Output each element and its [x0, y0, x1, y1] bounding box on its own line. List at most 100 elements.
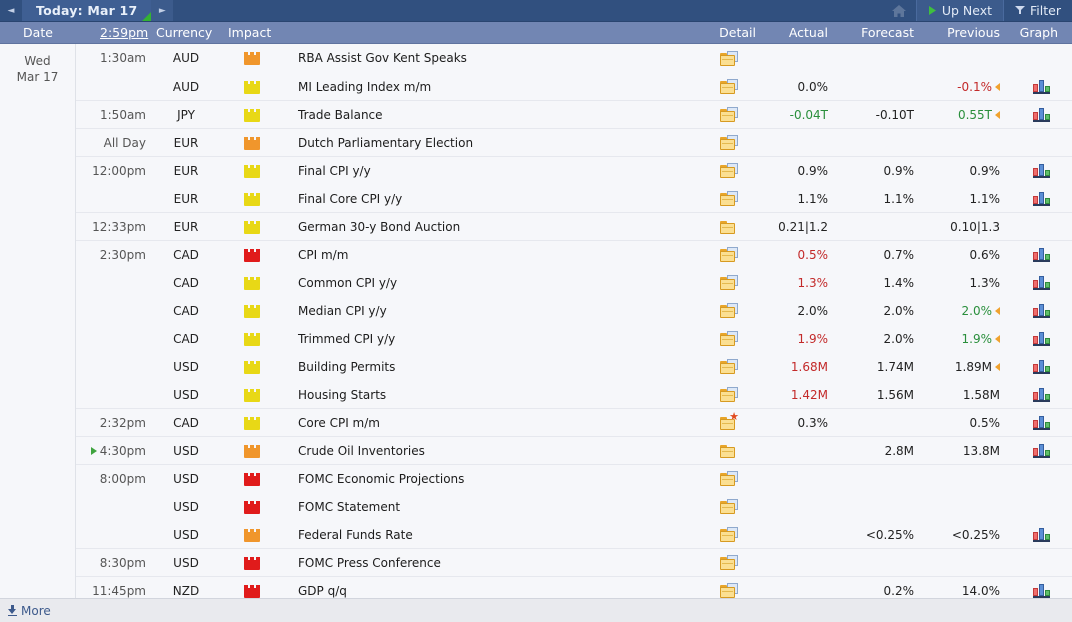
table-row[interactable]: 1:30am AUD RBA Assist Gov Kent Speaks	[0, 44, 1072, 72]
up-next-button[interactable]: Up Next	[915, 0, 1004, 21]
column-header-currency: Currency	[156, 25, 213, 40]
row-graph	[1010, 331, 1072, 346]
row-event-title[interactable]: Final CPI y/y	[284, 164, 694, 178]
row-event-title[interactable]: Dutch Parliamentary Election	[284, 136, 694, 150]
table-row[interactable]: 2:32pm CAD Core CPI m/m ★ 0.3% 0.5%	[0, 408, 1072, 437]
row-event-title[interactable]: GDP q/q	[284, 584, 694, 598]
row-event-title[interactable]: FOMC Statement	[284, 500, 694, 514]
table-row[interactable]: CAD Median CPI y/y 2.0% 2.0% 2.0%	[0, 296, 1072, 325]
graph-icon[interactable]	[1032, 191, 1050, 206]
folder-stack-icon[interactable]	[720, 583, 738, 598]
column-header-time[interactable]: 2:59pm	[76, 25, 152, 40]
graph-icon[interactable]	[1032, 331, 1050, 346]
table-row[interactable]: USD Federal Funds Rate <0.25% <0.25%	[0, 520, 1072, 549]
column-header-impact: Impact	[228, 25, 272, 40]
table-row[interactable]: USD Housing Starts 1.42M 1.56M 1.58M	[0, 380, 1072, 409]
folder-stack-icon[interactable]	[720, 359, 738, 374]
row-event-title[interactable]: MI Leading Index m/m	[284, 80, 694, 94]
row-event-title[interactable]: FOMC Economic Projections	[284, 472, 694, 486]
row-event-title[interactable]: RBA Assist Gov Kent Speaks	[284, 51, 694, 65]
folder-stack-icon[interactable]	[720, 499, 738, 514]
calendar-table: Wed Mar 17 1:30am AUD RBA Assist Gov Kent …	[0, 44, 1072, 598]
row-event-title[interactable]: Crude Oil Inventories	[284, 444, 694, 458]
row-previous: 1.1%	[969, 191, 1001, 206]
column-header-forecast: Forecast	[861, 25, 914, 40]
more-button[interactable]: More	[0, 604, 51, 618]
folder-stack-icon[interactable]	[720, 50, 738, 66]
folder-stack-icon[interactable]	[720, 331, 738, 346]
previous-day-button[interactable]: ◄	[0, 0, 22, 21]
graph-icon[interactable]	[1032, 415, 1050, 430]
impact-yellow-icon	[244, 220, 260, 234]
table-row[interactable]: USD Building Permits 1.68M 1.74M 1.89M	[0, 352, 1072, 381]
table-row[interactable]: 8:30pm USD FOMC Press Conference	[0, 548, 1072, 577]
folder-stack-icon[interactable]	[720, 527, 738, 542]
folder-stack-icon[interactable]	[720, 275, 738, 290]
row-event-title[interactable]: Final Core CPI y/y	[284, 192, 694, 206]
row-event-title[interactable]: Building Permits	[284, 360, 694, 374]
folder-stack-icon[interactable]	[720, 247, 738, 262]
row-event-title[interactable]: Common CPI y/y	[284, 276, 694, 290]
graph-icon[interactable]	[1032, 583, 1050, 598]
folder-stack-icon[interactable]	[720, 79, 738, 94]
graph-icon[interactable]	[1032, 527, 1050, 542]
folder-stack-icon[interactable]	[720, 471, 738, 486]
graph-icon[interactable]	[1032, 107, 1050, 122]
today-tab[interactable]: Today: Mar 17	[22, 0, 152, 21]
table-row[interactable]: CAD Trimmed CPI y/y 1.9% 2.0% 1.9%	[0, 324, 1072, 353]
row-event-title[interactable]: FOMC Press Conference	[284, 556, 694, 570]
row-event-title[interactable]: CPI m/m	[284, 248, 694, 262]
download-icon	[8, 605, 17, 616]
folder-stack-icon[interactable]	[720, 107, 738, 122]
table-row[interactable]: 12:00pm EUR Final CPI y/y 0.9% 0.9% 0.9%	[0, 156, 1072, 185]
filter-button[interactable]: Filter	[1003, 0, 1072, 21]
graph-icon[interactable]	[1032, 359, 1050, 374]
graph-icon[interactable]	[1032, 275, 1050, 290]
graph-icon[interactable]	[1032, 387, 1050, 402]
folder-stack-icon[interactable]	[720, 387, 738, 402]
folder-star-icon[interactable]: ★	[720, 411, 739, 430]
row-event-title[interactable]: Federal Funds Rate	[284, 528, 694, 542]
next-day-button[interactable]: ►	[151, 0, 174, 21]
row-impact	[220, 51, 284, 65]
table-row[interactable]: USD FOMC Statement	[0, 492, 1072, 521]
folder-icon[interactable]	[720, 443, 738, 458]
graph-icon[interactable]	[1032, 247, 1050, 262]
table-row[interactable]: 8:00pm USD FOMC Economic Projections	[0, 464, 1072, 493]
row-event-title[interactable]: Median CPI y/y	[284, 304, 694, 318]
table-row[interactable]: 1:50am JPY Trade Balance -0.04T -0.10T 0.55T	[0, 100, 1072, 129]
folder-stack-icon[interactable]	[720, 555, 738, 570]
row-event-title[interactable]: German 30-y Bond Auction	[284, 220, 694, 234]
table-row[interactable]: 11:45pm NZD GDP q/q 0.2% 14.0%	[0, 576, 1072, 598]
graph-icon[interactable]	[1032, 163, 1050, 178]
row-event-title[interactable]: Housing Starts	[284, 388, 694, 402]
row-impact	[220, 584, 284, 598]
row-currency: USD	[173, 359, 199, 374]
column-header-row: Date 2:59pm Currency Impact Detail Actua…	[0, 22, 1072, 44]
filter-label: Filter	[1030, 3, 1061, 18]
column-header-detail: Detail	[719, 25, 756, 40]
row-detail	[694, 191, 764, 206]
folder-stack-icon[interactable]	[720, 163, 738, 178]
table-row[interactable]: 12:33pm EUR German 30-y Bond Auction 0.21|1…	[0, 212, 1072, 241]
graph-icon[interactable]	[1032, 303, 1050, 318]
folder-stack-icon[interactable]	[720, 303, 738, 318]
table-row[interactable]: 2:30pm CAD CPI m/m 0.5% 0.7% 0.6%	[0, 240, 1072, 269]
row-time: 1:30am	[76, 51, 152, 65]
folder-stack-icon[interactable]	[720, 135, 738, 150]
folder-icon[interactable]	[720, 219, 738, 234]
row-event-title[interactable]: Trade Balance	[284, 108, 694, 122]
graph-icon[interactable]	[1032, 443, 1050, 458]
table-row[interactable]: EUR Final Core CPI y/y 1.1% 1.1% 1.1%	[0, 184, 1072, 213]
row-time: 4:30pm	[76, 444, 152, 458]
row-event-title[interactable]: Trimmed CPI y/y	[284, 332, 694, 346]
table-row[interactable]: 4:30pm USD Crude Oil Inventories 2.8M 13.8M	[0, 436, 1072, 465]
row-event-title[interactable]: Core CPI m/m	[284, 416, 694, 430]
table-row[interactable]: AUD MI Leading Index m/m 0.0% -0.1%	[0, 72, 1072, 101]
folder-stack-icon[interactable]	[720, 191, 738, 206]
graph-icon[interactable]	[1032, 79, 1050, 94]
home-icon[interactable]	[882, 2, 916, 20]
table-row[interactable]: All Day EUR Dutch Parliamentary Election	[0, 128, 1072, 157]
table-row[interactable]: CAD Common CPI y/y 1.3% 1.4% 1.3%	[0, 268, 1072, 297]
row-forecast: 1.1%	[883, 191, 915, 206]
